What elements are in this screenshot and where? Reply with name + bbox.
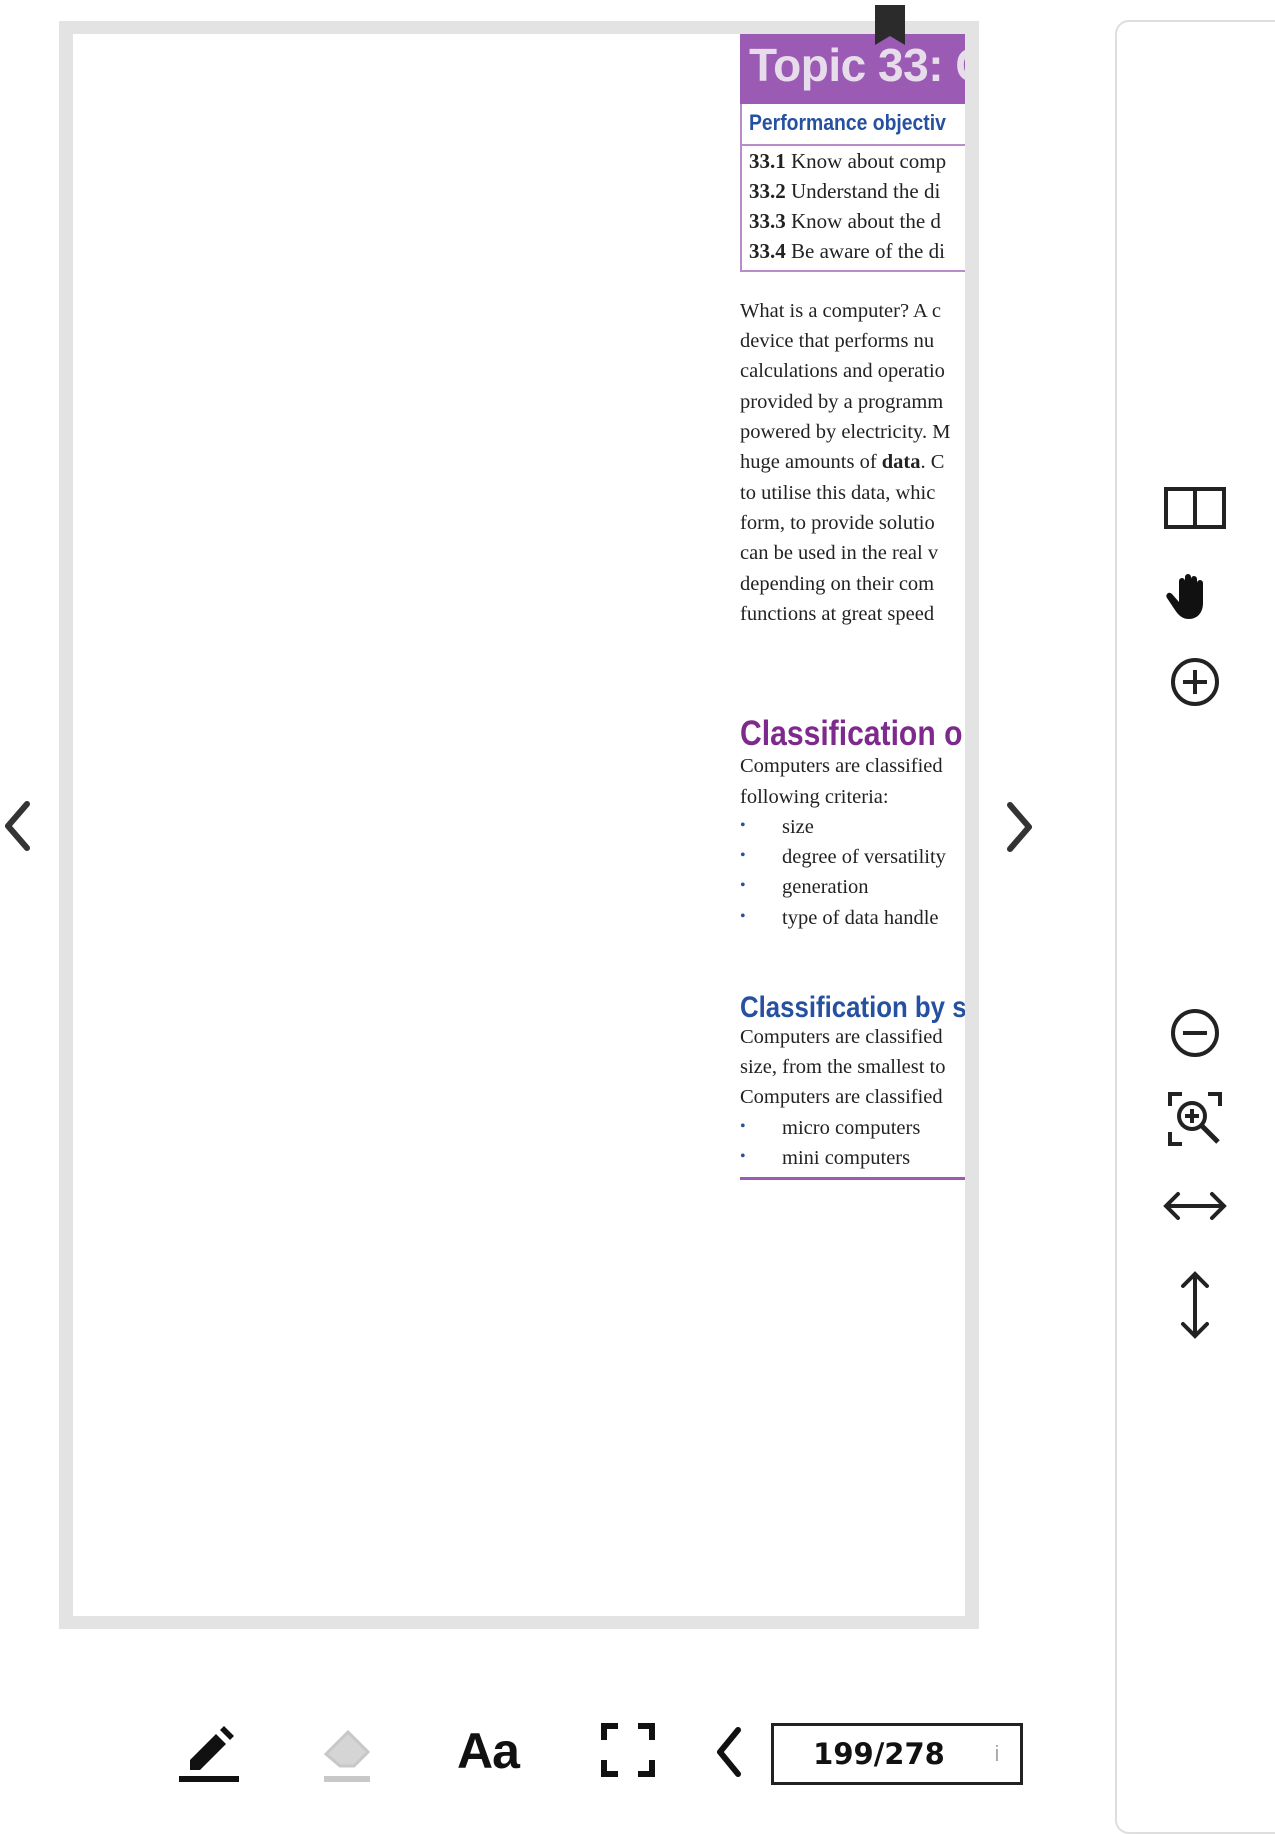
bullet-icon: • xyxy=(740,1118,746,1135)
zoom-selection-icon[interactable] xyxy=(1160,1084,1230,1154)
page-indicator[interactable]: 199/278 xyxy=(774,1726,984,1782)
previous-page-button[interactable] xyxy=(712,1726,748,1778)
bookmark-icon[interactable] xyxy=(874,4,906,46)
list-item: micro computers xyxy=(782,1117,921,1139)
section-divider xyxy=(740,1177,965,1180)
objectives-heading: Performance objectiv xyxy=(749,110,946,135)
pan-hand-icon[interactable] xyxy=(1155,561,1225,631)
next-page-arrow[interactable] xyxy=(1000,797,1040,857)
fit-height-icon[interactable] xyxy=(1160,1270,1230,1340)
objective-item: 33.4 Be aware of the di xyxy=(749,239,945,263)
paragraph-line: to utilise this data, whic xyxy=(740,482,936,504)
paragraph-line: size, from the smallest to xyxy=(740,1056,946,1078)
side-toolbar xyxy=(1115,20,1275,1834)
topic-banner: Topic 33: C xyxy=(740,34,965,104)
fit-width-icon[interactable] xyxy=(1160,1171,1230,1241)
list-item: generation xyxy=(782,876,869,898)
objective-item: 33.1 Know about comp xyxy=(749,149,947,173)
paragraph-line: can be used in the real v xyxy=(740,542,939,564)
paragraph-line: Computers are classified xyxy=(740,1026,943,1048)
section-heading: Classification by s xyxy=(740,991,965,1024)
paragraph-line: What is a computer? A c xyxy=(740,300,941,322)
zoom-out-icon[interactable] xyxy=(1160,998,1230,1068)
paragraph-line: provided by a programm xyxy=(740,391,944,413)
bold-term: data xyxy=(881,451,921,473)
paragraph-line: powered by electricity. M xyxy=(740,421,951,443)
bullet-icon: • xyxy=(740,877,746,894)
paragraph-line: following criteria: xyxy=(740,786,889,808)
objective-item: 33.3 Know about the d xyxy=(749,209,941,233)
list-item: degree of versatility xyxy=(782,846,946,868)
bullet-icon: • xyxy=(740,1148,746,1165)
topic-title: Topic 33: C xyxy=(749,39,965,91)
eraser-icon xyxy=(316,1718,382,1784)
paragraph-line: huge amounts of data. C xyxy=(740,451,945,473)
list-item: mini computers xyxy=(782,1147,911,1169)
bullet-icon: • xyxy=(740,847,746,864)
objective-item: 33.2 Understand the di xyxy=(749,179,941,203)
paragraph-line: form, to provide solutio xyxy=(740,512,935,534)
bullet-icon: • xyxy=(740,817,746,834)
list-item: size xyxy=(782,816,814,838)
page-number-field[interactable]: 199/278 i xyxy=(771,1723,1023,1785)
fullscreen-icon[interactable] xyxy=(600,1722,656,1778)
section-heading: Classification o xyxy=(740,714,963,753)
font-settings-button[interactable]: Aa xyxy=(452,1716,524,1786)
paragraph-line: device that performs nu xyxy=(740,330,935,352)
pen-icon[interactable] xyxy=(176,1718,242,1784)
document-page: Topic 33: C Performance objectiv 33.1 Kn… xyxy=(73,34,965,1616)
previous-page-arrow[interactable] xyxy=(0,796,40,856)
zoom-in-icon[interactable] xyxy=(1160,647,1230,717)
info-icon[interactable]: i xyxy=(982,1726,1012,1782)
paragraph-line: Computers are classified xyxy=(740,755,943,777)
paragraph-line: functions at great speed xyxy=(740,603,935,625)
paragraph-line: depending on their com xyxy=(740,573,935,595)
paragraph-line: calculations and operatio xyxy=(740,360,945,382)
two-page-view-icon[interactable] xyxy=(1160,473,1230,543)
page-content: Topic 33: C Performance objectiv 33.1 Kn… xyxy=(740,34,965,1616)
paragraph-line: Computers are classified xyxy=(740,1086,943,1108)
bullet-icon: • xyxy=(740,908,746,925)
objectives-divider xyxy=(740,144,965,146)
list-item: type of data handle xyxy=(782,907,939,929)
